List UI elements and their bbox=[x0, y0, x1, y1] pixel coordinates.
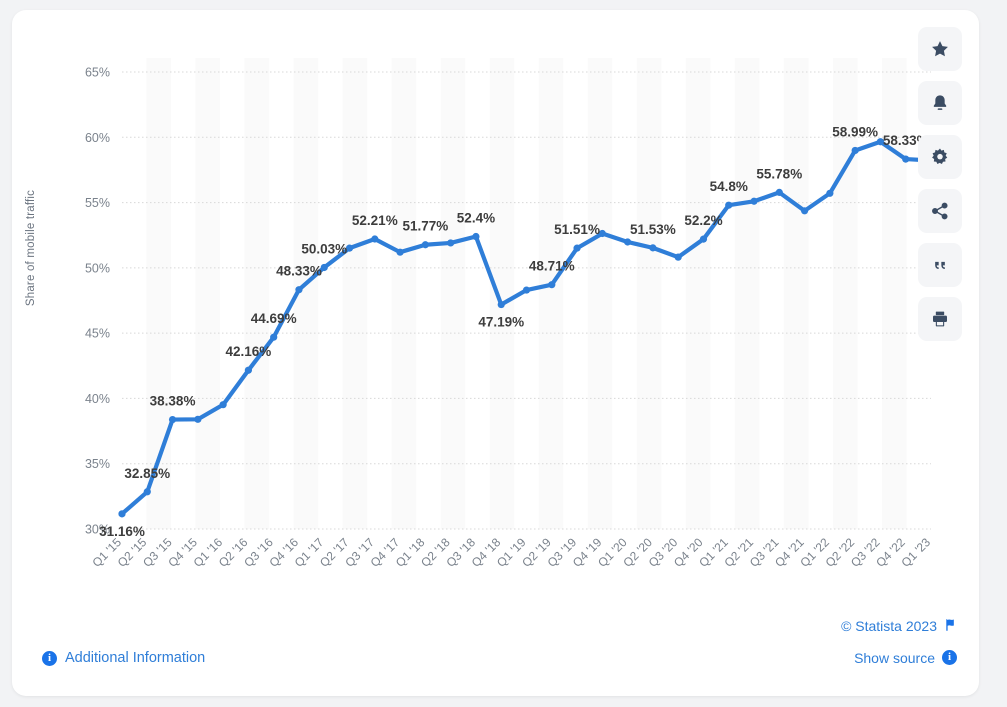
favorite-button[interactable] bbox=[918, 27, 962, 71]
quote-icon bbox=[930, 255, 950, 275]
chart-band bbox=[587, 58, 613, 529]
chart-band bbox=[195, 58, 221, 529]
data-point bbox=[800, 207, 809, 215]
data-label: 52.4% bbox=[457, 211, 495, 226]
data-point bbox=[699, 235, 708, 243]
y-tick-label: 45% bbox=[85, 327, 110, 341]
source-info-icon: i bbox=[942, 650, 957, 665]
printer-icon bbox=[930, 309, 950, 329]
data-point bbox=[750, 197, 758, 205]
chart-band bbox=[342, 58, 368, 529]
data-label: 52.2% bbox=[684, 213, 722, 228]
print-button[interactable] bbox=[918, 297, 962, 341]
y-tick-label: 35% bbox=[85, 457, 110, 471]
chart-band bbox=[440, 58, 466, 529]
additional-information-label: Additional Information bbox=[65, 650, 206, 666]
data-point bbox=[194, 415, 202, 423]
data-label: 47.19% bbox=[478, 315, 524, 330]
data-point bbox=[244, 366, 253, 374]
data-label: 51.77% bbox=[402, 219, 448, 234]
y-axis-label: Share of mobile traffic bbox=[25, 189, 37, 307]
bell-icon bbox=[930, 93, 950, 113]
data-point bbox=[371, 235, 379, 243]
data-point bbox=[674, 253, 682, 261]
info-icon: i bbox=[42, 650, 57, 666]
data-point bbox=[851, 146, 859, 155]
page-root: Share of mobile traffic 30% 35% 40% 45% 50% 5… bbox=[0, 0, 1007, 707]
data-point bbox=[826, 189, 834, 197]
data-point bbox=[143, 488, 151, 496]
y-tick-label: 50% bbox=[85, 261, 110, 275]
data-point bbox=[295, 286, 303, 294]
data-point bbox=[775, 188, 783, 196]
copyright-label: © Statista 2023 bbox=[841, 618, 937, 634]
data-point bbox=[270, 333, 278, 341]
show-source-label: Show source bbox=[854, 649, 935, 666]
chart-band bbox=[391, 58, 417, 529]
chart-band bbox=[244, 58, 270, 529]
data-point bbox=[725, 201, 733, 209]
x-tick-label: Q1 '23 bbox=[898, 535, 933, 570]
data-label: 55.78% bbox=[756, 166, 802, 181]
data-point bbox=[522, 286, 531, 294]
data-label: 51.53% bbox=[630, 222, 676, 237]
data-label: 44.69% bbox=[251, 311, 297, 326]
cite-button[interactable] bbox=[918, 243, 962, 287]
data-label: 51.51% bbox=[554, 222, 600, 237]
alert-button[interactable] bbox=[918, 81, 962, 125]
data-point bbox=[573, 244, 581, 252]
data-label: 48.33% bbox=[276, 264, 322, 279]
additional-information-link[interactable]: i Additional Information bbox=[42, 650, 205, 666]
chart-band bbox=[881, 58, 907, 529]
data-point bbox=[902, 155, 910, 163]
data-point bbox=[649, 244, 657, 252]
chart-band bbox=[734, 58, 760, 529]
chart-band bbox=[685, 58, 711, 529]
data-label: 31.16% bbox=[99, 524, 145, 539]
chart-area: Share of mobile traffic 30% 35% 40% 45% 50% 5… bbox=[12, 10, 979, 610]
chart-toolbar bbox=[918, 27, 962, 341]
data-point bbox=[447, 239, 455, 247]
data-point bbox=[472, 232, 480, 241]
chart-footer-right: © Statista 2023 Show source i bbox=[841, 618, 957, 665]
flag-icon[interactable] bbox=[944, 618, 957, 634]
data-point bbox=[168, 415, 177, 424]
data-point bbox=[421, 241, 429, 249]
data-point bbox=[118, 510, 126, 518]
gear-icon bbox=[930, 147, 950, 167]
data-label: 48.71% bbox=[529, 259, 575, 274]
y-tick-label: 65% bbox=[85, 66, 110, 80]
share-button[interactable] bbox=[918, 189, 962, 233]
data-label: 52.21% bbox=[352, 213, 398, 228]
data-point bbox=[219, 401, 227, 409]
data-point bbox=[396, 248, 404, 256]
data-line bbox=[119, 139, 934, 516]
star-icon bbox=[930, 39, 950, 59]
data-label: 50.03% bbox=[301, 241, 347, 256]
chart-band bbox=[783, 58, 809, 529]
chart-card: Share of mobile traffic 30% 35% 40% 45% 50% 5… bbox=[12, 10, 979, 696]
data-point bbox=[497, 300, 505, 309]
data-label: 42.16% bbox=[226, 344, 272, 359]
share-icon bbox=[930, 201, 950, 221]
y-tick-label: 60% bbox=[85, 131, 110, 145]
data-label: 54.8% bbox=[710, 179, 748, 194]
chart-band bbox=[636, 58, 662, 529]
show-source-link[interactable]: Show source i bbox=[841, 650, 957, 665]
data-label: 38.38% bbox=[150, 394, 196, 409]
y-tick-label: 40% bbox=[85, 392, 110, 406]
copyright-row: © Statista 2023 bbox=[841, 618, 957, 634]
chart-band bbox=[489, 58, 515, 529]
settings-button[interactable] bbox=[918, 135, 962, 179]
data-point bbox=[548, 281, 556, 289]
chart-band bbox=[538, 58, 564, 529]
data-label: 32.85% bbox=[124, 466, 170, 481]
data-label: 58.99% bbox=[832, 124, 878, 139]
y-tick-label: 55% bbox=[85, 196, 110, 210]
data-point bbox=[624, 238, 632, 246]
line-chart: 30%35%40%45%50%55%60%65%Q1 '15Q2 '15Q3 '… bbox=[85, 58, 935, 570]
